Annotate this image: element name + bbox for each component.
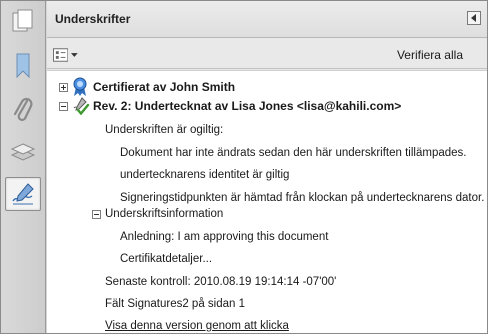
- pages-icon: [12, 9, 33, 32]
- triangle-left-icon: [471, 14, 476, 22]
- certificate-details-link[interactable]: Certifikatdetaljer...: [120, 251, 212, 267]
- signatures-window: Underskrifter Verifiera alla Certifierat…: [0, 0, 488, 334]
- signing-time-text: Signeringstidpunkten är hämtad från kloc…: [120, 192, 485, 204]
- collapse-panel-button[interactable]: [467, 11, 481, 25]
- pen-signature-icon: [12, 183, 34, 205]
- collapse-rev2-toggle[interactable]: [59, 102, 68, 111]
- reason-text: Anledning: I am approving this document: [120, 231, 329, 243]
- expand-certified-toggle[interactable]: [59, 83, 68, 92]
- attachments-button[interactable]: [5, 93, 41, 127]
- layers-icon: [10, 143, 36, 161]
- collapse-signature-info-toggle[interactable]: [92, 210, 101, 219]
- pages-button[interactable]: [5, 5, 41, 39]
- signatures-tree: Certifierat av John Smith Rev. 2: Undert…: [47, 70, 487, 333]
- signer-identity-text: undertecknarens identitet är giltig: [120, 169, 290, 181]
- last-checked-text: Senaste kontroll: 2010.08.19 19:14:14 -0…: [105, 276, 337, 288]
- verify-all-button[interactable]: Verifiera alla: [397, 48, 463, 62]
- panel-title: Underskrifter: [55, 12, 131, 26]
- signatures-panel: Underskrifter Verifiera alla Certifierat…: [47, 1, 487, 333]
- chevron-down-icon: [71, 53, 79, 57]
- view-version-link[interactable]: Visa denna version genom att klicka: [105, 318, 289, 333]
- bookmarks-button[interactable]: [5, 49, 41, 83]
- signature-valid-check-icon: [73, 97, 90, 115]
- document-unmodified-text: Dokument har inte ändrats sedan den här …: [120, 147, 467, 159]
- signature-status-text: Underskriften är ogiltig:: [105, 124, 224, 136]
- layers-button[interactable]: [5, 135, 41, 169]
- navigation-sidebar: [1, 1, 46, 333]
- options-menu-button[interactable]: [53, 47, 79, 63]
- list-options-icon: [53, 48, 69, 62]
- certified-by-label[interactable]: Certifierat av John Smith: [93, 79, 235, 95]
- panel-header: Underskrifter: [47, 1, 487, 38]
- certified-ribbon-icon: [73, 77, 87, 96]
- paperclip-icon: [13, 97, 33, 121]
- rev2-signed-by-label[interactable]: Rev. 2: Undertecknat av Lisa Jones <lisa…: [93, 98, 401, 114]
- signature-field-text: Fält Signatures2 på sidan 1: [105, 298, 246, 310]
- signature-info-label[interactable]: Underskriftsinformation: [105, 206, 223, 222]
- panel-toolbar: Verifiera alla: [47, 39, 487, 69]
- bookmark-icon: [16, 53, 30, 79]
- signatures-button[interactable]: [5, 177, 41, 211]
